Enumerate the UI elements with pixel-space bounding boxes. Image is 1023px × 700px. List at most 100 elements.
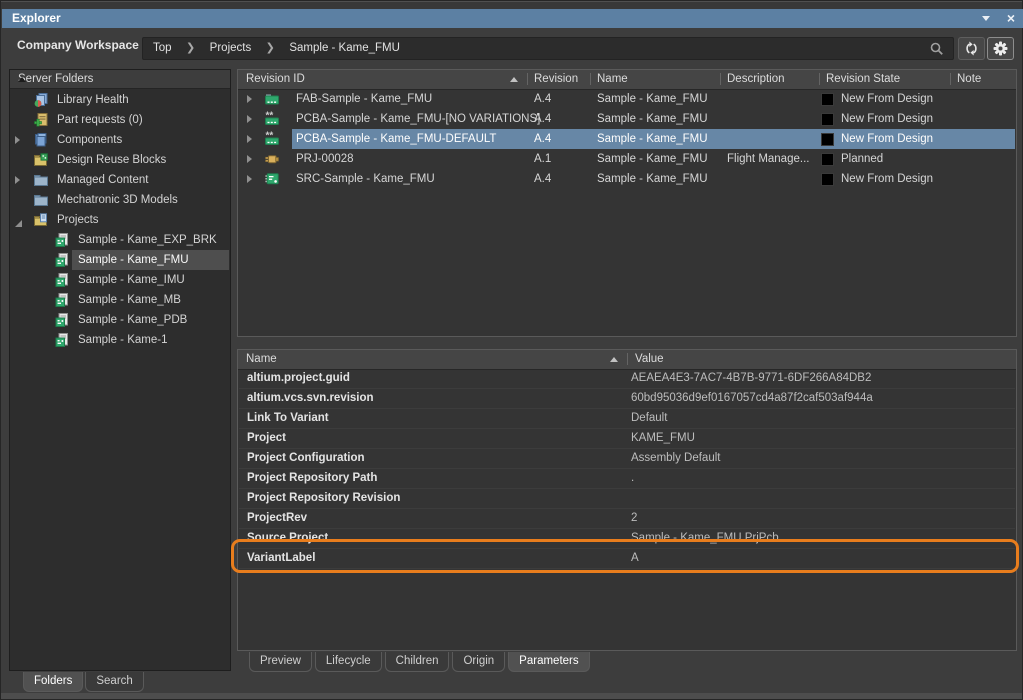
- revision-row-fab[interactable]: FAB-Sample - Kame_FMU A.4 Sample - Kame_…: [239, 89, 1015, 109]
- revision-row-pcba-default-selected[interactable]: ** PCBA-Sample - Kame_FMU-DEFAULT A.4 Sa…: [239, 129, 1015, 149]
- server-folders-header[interactable]: Server Folders: [10, 70, 230, 89]
- param-row[interactable]: Project Repository Path .: [239, 469, 1015, 489]
- revision-row-pcba-no-variations[interactable]: ** PCBA-Sample - Kame_FMU-[NO VARIATIONS…: [239, 109, 1015, 129]
- param-name: Project: [247, 429, 286, 448]
- revision-state-swatch: [821, 153, 834, 166]
- cell-description: Flight Manage...: [727, 149, 809, 169]
- expand-right-icon[interactable]: [15, 136, 20, 144]
- column-divider[interactable]: [950, 73, 951, 85]
- revision-state-swatch: [821, 113, 834, 126]
- param-row[interactable]: altium.project.guid AEAEA4E3-7AC7-4B7B-9…: [239, 369, 1015, 389]
- breadcrumb-top[interactable]: Top: [153, 38, 172, 59]
- expand-open-icon[interactable]: [13, 215, 23, 225]
- tree-item-label: Sample - Kame_IMU: [78, 270, 185, 290]
- panel-menu-chevron-down-icon[interactable]: [982, 16, 990, 21]
- cell-revision: A.4: [534, 89, 551, 109]
- revisions-table-header[interactable]: Revision ID Revision Name Description Re…: [238, 70, 1016, 90]
- cell-revision-state: New From Design: [841, 169, 933, 189]
- expand-right-icon[interactable]: [247, 95, 252, 103]
- column-value[interactable]: Value: [635, 350, 664, 368]
- sidebar-item-label: Managed Content: [57, 170, 148, 190]
- expand-right-icon[interactable]: [247, 155, 252, 163]
- tree-item-sample-kame-fmu[interactable]: Sample - Kame_FMU: [10, 250, 230, 270]
- sidebar-item-library-health[interactable]: Library Health: [10, 90, 230, 110]
- tab-folders[interactable]: Folders: [23, 672, 83, 692]
- tab-parameters[interactable]: Parameters: [508, 652, 589, 672]
- sync-button[interactable]: [958, 37, 985, 60]
- search-icon[interactable]: [929, 41, 945, 57]
- column-divider[interactable]: [627, 353, 628, 365]
- column-divider[interactable]: [590, 73, 591, 85]
- tree-item-sample-kame-imu[interactable]: Sample - Kame_IMU: [10, 270, 230, 290]
- column-name[interactable]: Name: [246, 350, 277, 368]
- tree-item-sample-kame-pdb[interactable]: Sample - Kame_PDB: [10, 310, 230, 330]
- tab-search[interactable]: Search: [85, 672, 143, 692]
- param-row[interactable]: altium.vcs.svn.revision 60bd95036d9ef016…: [239, 389, 1015, 409]
- sidebar-tabs: Folders Search: [23, 672, 144, 693]
- parameters-table-header[interactable]: Name Value: [238, 350, 1016, 370]
- revision-row-src[interactable]: SRC-Sample - Kame_FMU A.4 Sample - Kame_…: [239, 169, 1015, 189]
- column-divider[interactable]: [720, 73, 721, 85]
- project-icon: [54, 312, 70, 328]
- param-row[interactable]: Project Repository Revision: [239, 489, 1015, 509]
- tab-children[interactable]: Children: [385, 652, 450, 672]
- sidebar-item-design-reuse-blocks[interactable]: Design Reuse Blocks: [10, 150, 230, 170]
- cell-revision: A.1: [534, 149, 551, 169]
- tree-item-sample-kame-mb[interactable]: Sample - Kame_MB: [10, 290, 230, 310]
- tab-preview[interactable]: Preview: [249, 652, 312, 672]
- project-icon: [54, 232, 70, 248]
- expand-right-icon[interactable]: [247, 175, 252, 183]
- sidebar-item-label: Projects: [57, 210, 99, 230]
- sidebar-item-mechatronic-3d-models[interactable]: Mechatronic 3D Models: [10, 190, 230, 210]
- param-row-variant-label[interactable]: VariantLabel A: [239, 549, 1015, 569]
- cell-name: Sample - Kame_FMU: [597, 129, 708, 149]
- tree-item-sample-kame-1[interactable]: Sample - Kame-1: [10, 330, 230, 350]
- settings-button[interactable]: [987, 37, 1014, 60]
- breadcrumb-current[interactable]: Sample - Kame_FMU: [289, 38, 400, 59]
- column-name[interactable]: Name: [597, 70, 628, 88]
- close-icon[interactable]: ×: [1007, 9, 1015, 27]
- column-revision[interactable]: Revision: [534, 70, 578, 88]
- param-row[interactable]: Source Project Sample - Kame_FMU.PrjPcb: [239, 529, 1015, 549]
- column-revision-id[interactable]: Revision ID: [246, 70, 305, 88]
- param-row[interactable]: Project Configuration Assembly Default: [239, 449, 1015, 469]
- tab-lifecycle[interactable]: Lifecycle: [315, 652, 382, 672]
- column-note[interactable]: Note: [957, 70, 981, 88]
- tree-item-sample-kame-exp-brk[interactable]: Sample - Kame_EXP_BRK: [10, 230, 230, 250]
- prj-icon: [264, 151, 280, 167]
- expand-right-icon[interactable]: [247, 115, 252, 123]
- sidebar-item-projects[interactable]: Projects: [10, 210, 230, 230]
- design-reuse-icon: [33, 152, 49, 168]
- cell-revision-id: PRJ-00028: [296, 149, 354, 169]
- cell-revision: A.4: [534, 169, 551, 189]
- param-value: AEAEA4E3-7AC7-4B7B-9771-6DF266A84DB2: [631, 369, 871, 388]
- param-row[interactable]: Project KAME_FMU: [239, 429, 1015, 449]
- folder-icon: [33, 192, 49, 208]
- cell-revision-id: SRC-Sample - Kame_FMU: [296, 169, 435, 189]
- revision-row-prj-00028[interactable]: PRJ-00028 A.1 Sample - Kame_FMU Flight M…: [239, 149, 1015, 169]
- project-icon: [54, 272, 70, 288]
- column-revision-state[interactable]: Revision State: [826, 70, 900, 88]
- sidebar-item-label: Part requests (0): [57, 110, 143, 130]
- column-description[interactable]: Description: [727, 70, 785, 88]
- sidebar-item-label: Design Reuse Blocks: [57, 150, 166, 170]
- expand-right-icon[interactable]: [247, 135, 252, 143]
- tree-item-label: Sample - Kame_MB: [78, 290, 181, 310]
- breadcrumb-projects[interactable]: Projects: [210, 38, 252, 59]
- workspace-dropdown[interactable]: Company Workspace: [17, 34, 154, 57]
- cell-name: Sample - Kame_FMU: [597, 89, 708, 109]
- collapse-up-icon[interactable]: [18, 77, 26, 82]
- library-health-icon: [33, 92, 49, 108]
- src-icon: [264, 171, 280, 187]
- sidebar-item-components[interactable]: Components: [10, 130, 230, 150]
- column-divider[interactable]: [527, 73, 528, 85]
- toolbar: Company Workspace Top ❯ Projects ❯ Sampl…: [1, 28, 1022, 63]
- column-divider[interactable]: [819, 73, 820, 85]
- tab-origin[interactable]: Origin: [452, 652, 505, 672]
- expand-right-icon[interactable]: [15, 176, 20, 184]
- param-row[interactable]: Link To Variant Default: [239, 409, 1015, 429]
- sidebar-item-managed-content[interactable]: Managed Content: [10, 170, 230, 190]
- sidebar-item-part-requests[interactable]: Part requests (0): [10, 110, 230, 130]
- param-value: .: [631, 469, 634, 488]
- param-row[interactable]: ProjectRev 2: [239, 509, 1015, 529]
